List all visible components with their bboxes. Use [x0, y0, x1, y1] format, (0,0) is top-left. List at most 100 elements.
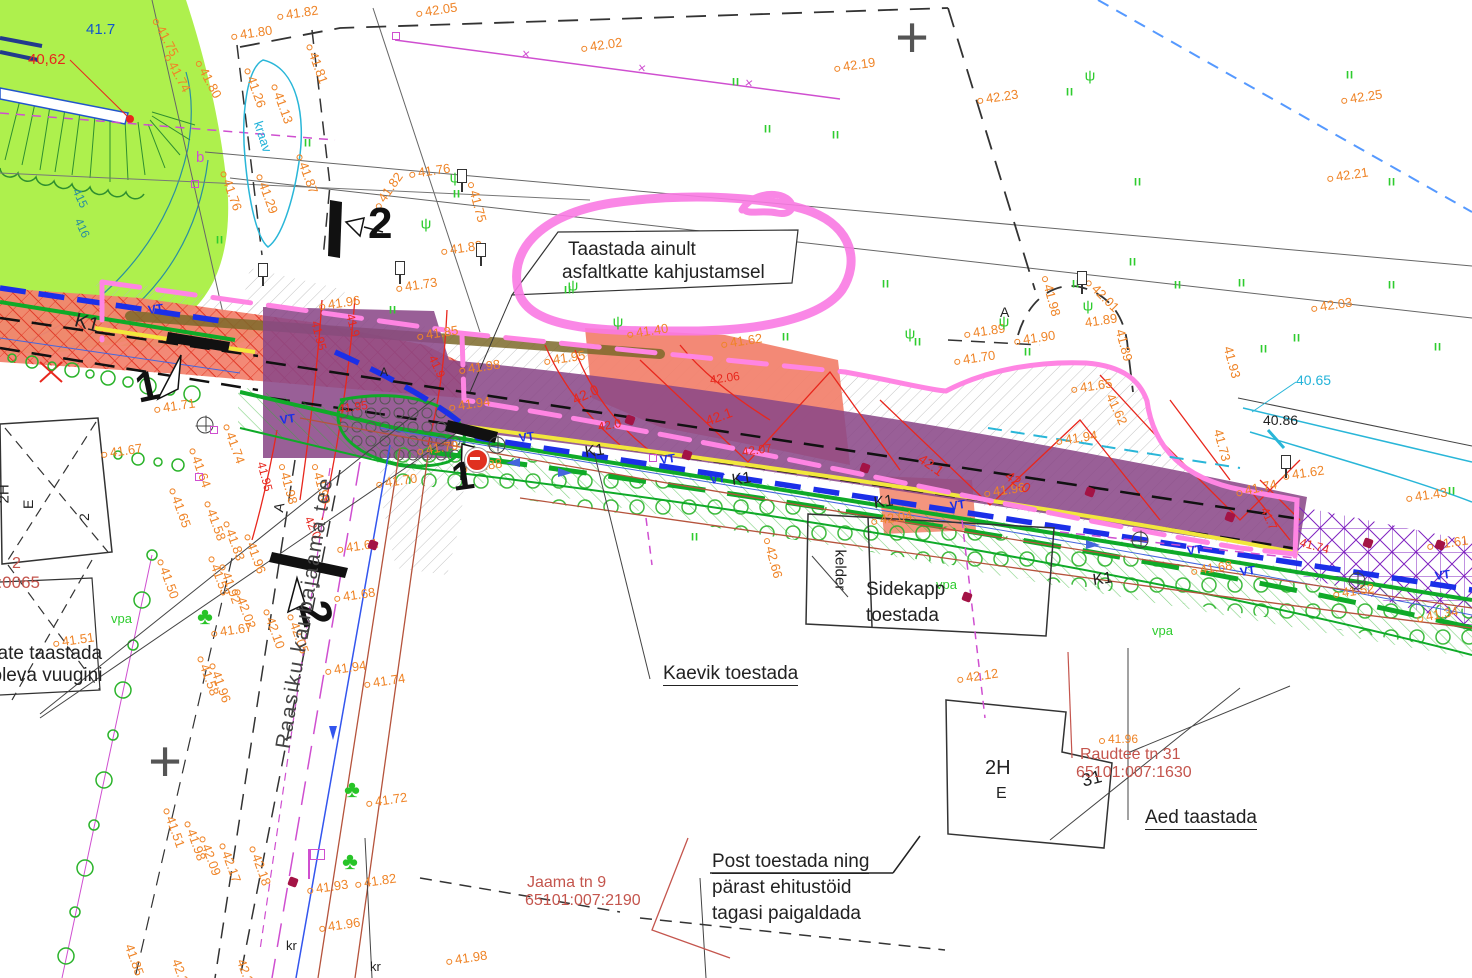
map-label: 41.43 [1414, 486, 1448, 503]
map-label: 40.65 [1296, 373, 1331, 387]
ii-symbol: II [782, 333, 790, 344]
map-label: VT [659, 452, 676, 466]
map-label: 42.0 [597, 417, 622, 433]
msq-symbol [210, 426, 218, 434]
map-label: 42.04 [879, 509, 913, 526]
map-label: K1 [72, 310, 101, 336]
map-label: VT [279, 412, 296, 426]
map-label: 41.68 [1199, 559, 1233, 576]
map-label: vpa [111, 612, 132, 625]
map-label: 41.96 [210, 669, 233, 704]
pole-symbol [1281, 455, 1291, 469]
map-label: Sidekapp [866, 580, 945, 599]
map-label: 40.86 [1263, 413, 1298, 427]
map-label: 41.73 [404, 276, 438, 293]
map-label: 41.40 [635, 322, 669, 339]
map-label: toestada [866, 606, 939, 625]
map-label: E [996, 786, 1007, 802]
map-label: 7:0065 [0, 574, 40, 591]
map-label: VT [1186, 543, 1203, 557]
map-label: VT [147, 302, 164, 316]
map-label: 42.07 [741, 442, 772, 458]
map-label: 41.9 [427, 353, 448, 379]
map-label: 41.93 [1222, 345, 1243, 380]
map-label: 41.82 [285, 4, 319, 21]
map-label: 41.79 [425, 439, 459, 456]
map-label: 41.9 [344, 312, 362, 338]
map-label: 42.12 [965, 667, 999, 684]
reddot-symbol [1224, 511, 1236, 523]
map-label: 41.62 [1291, 464, 1325, 481]
map-label: kr [370, 960, 381, 973]
reddot-symbol [961, 591, 973, 603]
pole-symbol [1077, 271, 1087, 285]
map-label: 42.66 [764, 545, 785, 580]
map-label: 42.19 [842, 56, 876, 73]
map-label: 41.34 [1425, 604, 1459, 622]
map-label: 42.1 [704, 405, 734, 427]
map-label: kate taastada [0, 644, 102, 663]
map-label: 41.87 [297, 160, 320, 195]
map-label: 41.67 [219, 621, 253, 638]
map-label: 42.21 [170, 957, 193, 978]
map-label: 41.74 [1298, 536, 1330, 555]
msq-symbol [392, 32, 400, 40]
map-label: 41.95 [337, 399, 368, 415]
map-label: 40,62 [28, 52, 66, 67]
map-label: 41.67 [109, 442, 143, 459]
map-label: 41.95 [309, 319, 328, 351]
map-label: 65101:007:1630 [1076, 765, 1192, 781]
map-label: 41.7 [86, 22, 115, 37]
pole-symbol [476, 243, 486, 257]
map-label: kraav [252, 119, 274, 153]
grass-symbol: ψ [999, 315, 1010, 330]
map-label: K1 [584, 442, 606, 461]
ii-symbol: II [732, 78, 740, 89]
grass-symbol: ψ [568, 279, 579, 294]
map-label: 41.75 [468, 189, 489, 224]
map-label: 41.65 [170, 494, 193, 529]
ii-symbol: II [453, 190, 461, 201]
ii-symbol: II [1346, 71, 1354, 82]
map-label: 42.23 [985, 88, 1019, 105]
map-label: 2 [12, 556, 21, 572]
map-label: kr [286, 939, 297, 952]
reddot-symbol [1362, 537, 1374, 549]
reddot-symbol [1084, 486, 1096, 498]
map-label: asfaltkatte kahjustamsel [562, 263, 765, 282]
map-label: 42.25 [1349, 88, 1383, 105]
map-label: Aed taastada [1145, 808, 1257, 830]
map-label: 41.94 [333, 659, 367, 676]
map-label: 41.71 [162, 397, 196, 414]
map-label: 41.75 [154, 23, 181, 58]
map-label: 41.85 [123, 942, 146, 977]
map-label: 42.03 [1319, 296, 1353, 313]
tree-symbol: ♣ [342, 850, 358, 874]
reddot-symbol [859, 462, 871, 474]
map-label: Post toestada ning [712, 852, 869, 874]
map-label: 42.21 [1335, 166, 1369, 183]
map-label: kelder [833, 550, 848, 591]
map-label: 41.96 [1108, 733, 1138, 745]
map-label: 42.0 [570, 382, 601, 406]
pole-symbol [395, 261, 405, 275]
map-label: Taastada ainult [568, 240, 696, 259]
map-label: Jaama tn 9 [527, 875, 606, 891]
map-label: 41.73 [1212, 428, 1233, 463]
map-label: × [744, 75, 754, 90]
map-label: 42.1 [916, 451, 946, 478]
ii-symbol: II [1448, 487, 1456, 498]
pole-symbol [457, 169, 467, 183]
map-label: 41.72 [374, 791, 408, 808]
map-label: 42.01 [1089, 282, 1121, 314]
map-label: 41.80 [239, 24, 273, 41]
map-label: 41.68 [342, 586, 376, 603]
grass-symbol: ψ [421, 217, 432, 232]
map-label: 41.74 [1244, 477, 1279, 496]
map-label: 41.50 [158, 565, 181, 600]
map-label: 41.93 [315, 878, 349, 895]
map-label: 41.96 [327, 294, 361, 311]
map-label: 42.17 [220, 849, 243, 884]
map-label: 2H [985, 758, 1011, 778]
map-label: VT [949, 498, 966, 512]
